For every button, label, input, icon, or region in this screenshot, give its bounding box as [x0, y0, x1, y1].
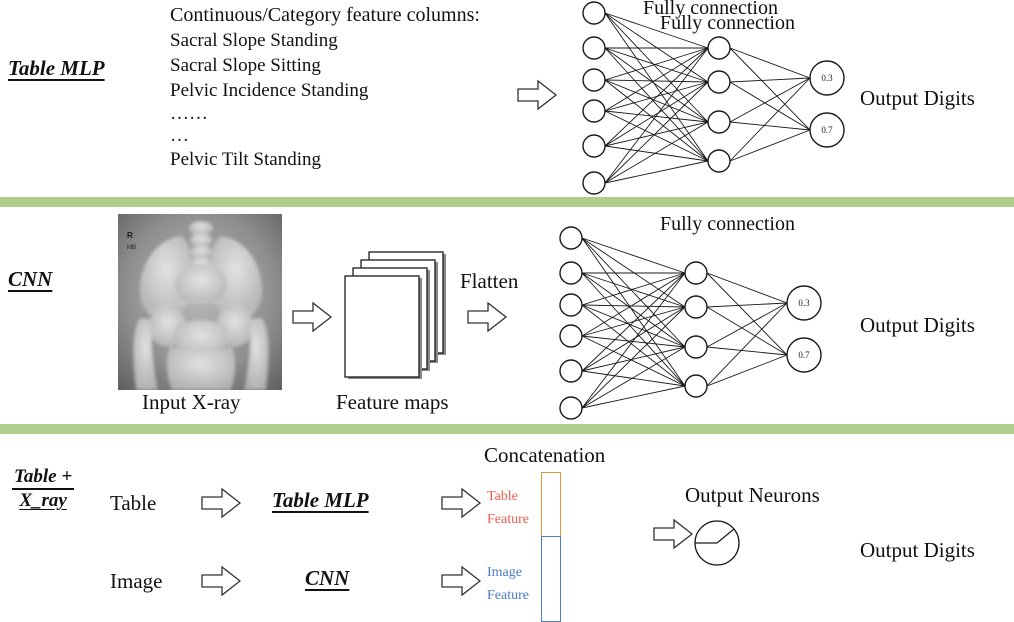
- panel3-output-label: Output Digits: [860, 538, 975, 562]
- panel3-row-label: Table + X_ray: [12, 466, 75, 512]
- panel3-model-cnn: CNN: [305, 566, 350, 590]
- xray-graphic: R MB: [118, 214, 282, 390]
- feature-header: Continuous/Category feature columns:: [170, 4, 480, 26]
- panel1-feature-list: Continuous/Category feature columns: Sac…: [170, 2, 480, 172]
- panel2-featuremaps-caption: Feature maps: [336, 390, 449, 414]
- panel1-flow-arrow-icon: [517, 79, 558, 111]
- network-input-node: [582, 99, 606, 123]
- concat-table-block: [541, 472, 561, 538]
- image-feature-label-line1: Image: [487, 565, 522, 580]
- panel2-row-label: CNN: [8, 267, 53, 291]
- network-output-value: 0.3: [821, 73, 833, 83]
- network-hidden-node: [707, 70, 731, 94]
- network-output-value: 0.7: [821, 125, 833, 135]
- feature-item: Sacral Slope Standing: [170, 30, 338, 51]
- section-divider-1: [0, 197, 1014, 207]
- panel2-flatten-label: Flatten: [460, 269, 519, 293]
- concat-image-block: [541, 536, 561, 622]
- svg-text:MB: MB: [127, 245, 136, 251]
- feature-item: Sacral Slope Sitting: [170, 55, 321, 76]
- network-output-value: 0.7: [798, 350, 810, 360]
- network-hidden-node: [684, 335, 708, 359]
- output-neuron-icon: [694, 520, 740, 566]
- panel1-output-label: Output Digits: [860, 86, 975, 110]
- feature-item: Pelvic Incidence Standing: [170, 80, 369, 101]
- panel2-flow-arrow-2-icon: [467, 301, 508, 333]
- table-feature-label-line1: Table: [487, 489, 518, 504]
- network-input-node: [559, 261, 583, 285]
- feature-item-ellipsis: ……: [170, 103, 208, 124]
- panel3-model-table: Table MLP: [272, 488, 369, 512]
- panel1-row-label: Table MLP: [8, 56, 105, 80]
- network-input-node: [582, 171, 606, 195]
- panel3-arrow-table-icon: [201, 487, 242, 519]
- panel3-concat-title: Concatenation: [484, 443, 606, 467]
- panel2-neural-network: 0.3 0.7: [559, 226, 822, 420]
- network-hidden-node: [684, 261, 708, 285]
- panel3-row-label-bottom: X_ray: [19, 490, 67, 511]
- panel3-row-label-top: Table +: [12, 466, 75, 490]
- image-feature-label-line2: Feature: [487, 588, 529, 603]
- network-hidden-node: [684, 295, 708, 319]
- network-input-node: [559, 293, 583, 317]
- panel3-input-table: Table: [110, 491, 157, 515]
- panel3-arrow-output-icon: [653, 518, 694, 550]
- panel3-input-image: Image: [110, 569, 163, 593]
- network-hidden-node: [707, 110, 731, 134]
- panel2-feature-maps: [344, 251, 446, 379]
- network-input-node: [582, 36, 606, 60]
- network-input-node: [582, 134, 606, 158]
- feature-item: Pelvic Tilt Standing: [170, 149, 321, 170]
- panel3-arrow-image-icon: [201, 565, 242, 597]
- feature-item-ellipsis: …: [170, 125, 189, 146]
- network-hidden-node: [707, 149, 731, 173]
- network-output-value: 0.3: [798, 298, 810, 308]
- panel3-arrow-table-feature-icon: [441, 487, 482, 519]
- section-divider-2: [0, 424, 1014, 434]
- xray-image: R MB: [118, 214, 282, 390]
- panel1-neural-network: 0.3 0.7: [582, 1, 845, 195]
- network-input-node: [559, 324, 583, 348]
- network-hidden-node: [707, 36, 731, 60]
- network-input-node: [559, 359, 583, 383]
- panel3-output-neurons-label: Output Neurons: [685, 483, 820, 507]
- network-input-node: [582, 68, 606, 92]
- network-input-node: [559, 396, 583, 420]
- network-hidden-node: [684, 374, 708, 398]
- table-feature-label-line2: Feature: [487, 512, 529, 527]
- network-input-node: [559, 226, 583, 250]
- xray-marker-r: R: [127, 231, 133, 240]
- panel2-image-caption: Input X-ray: [142, 390, 241, 414]
- network-input-node: [582, 1, 606, 25]
- panel2-output-label: Output Digits: [860, 313, 975, 337]
- panel2-flow-arrow-1-icon: [292, 301, 333, 333]
- panel3-arrow-image-feature-icon: [441, 565, 482, 597]
